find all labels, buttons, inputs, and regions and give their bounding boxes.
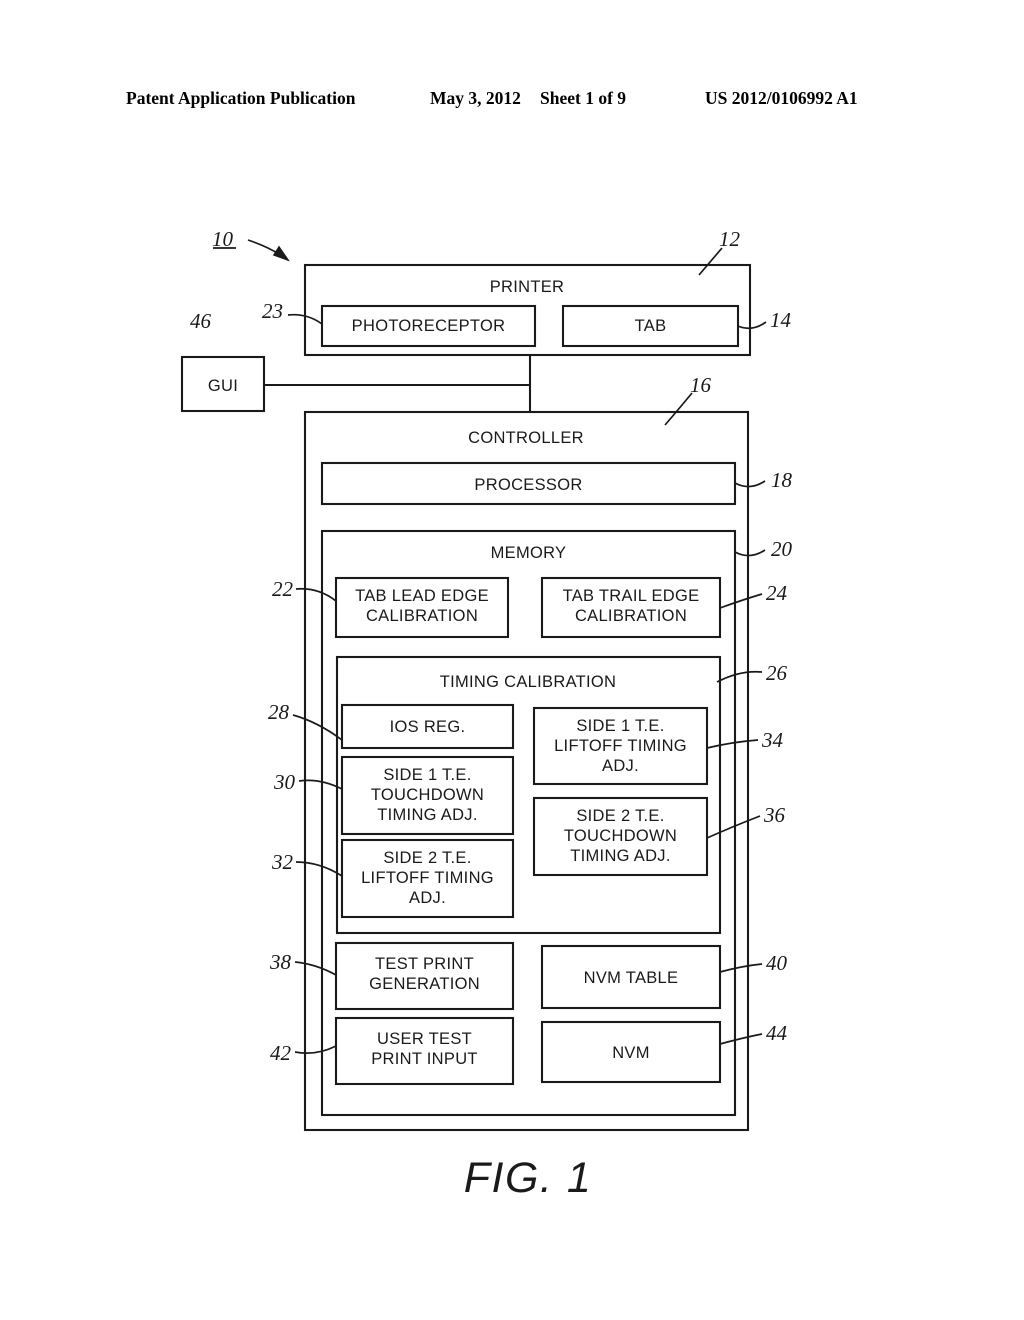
system-ref-arrowhead [272,245,290,262]
ref-36: 36 [763,803,786,827]
timing-calibration-label: TIMING CALIBRATION [440,673,617,691]
side1-te-touchdown-label-line1: SIDE 1 T.E. [383,766,471,784]
side2-te-touchdown-label-line3: TIMING ADJ. [570,847,670,865]
processor-label: PROCESSOR [474,476,582,494]
side2-te-liftoff-label-line3: ADJ. [409,889,446,907]
nvm-leader [719,1033,763,1045]
test-print-generation-label-line1: TEST PRINT [375,955,474,973]
gui-label: GUI [208,377,238,395]
test-print-generation-leader [294,961,337,976]
side1-te-touchdown-label-line3: TIMING ADJ. [377,806,477,824]
test-print-generation-label-line2: GENERATION [369,975,480,993]
ref-22: 22 [272,577,294,601]
controller-label: CONTROLLER [468,429,584,447]
ref-20: 20 [771,537,793,561]
side2-te-liftoff-leader [295,861,343,877]
memory-leader [734,549,766,557]
nvm-table-leader [719,963,763,973]
controller-leader [664,392,693,426]
user-test-print-input-label-line1: USER TEST [377,1030,472,1048]
side1-te-liftoff-leader [706,739,759,749]
tab-trail-edge-calibration-label-line1: TAB TRAIL EDGE [563,587,700,605]
ref-26: 26 [766,661,788,685]
ref-23: 23 [262,299,283,323]
tab-trail-edge-calibration-label-line2: CALIBRATION [575,607,687,625]
photoreceptor-label: PHOTORECEPTOR [352,317,506,335]
ref-32: 32 [271,850,294,874]
ref-28: 28 [268,700,290,724]
figure-1-diagram: PRINTER PHOTORECEPTOR TAB GUI CONTROLLER… [180,227,793,1202]
printer-label: PRINTER [490,278,565,296]
ref-12: 12 [719,227,741,251]
nvm-table-label: NVM TABLE [584,969,679,987]
processor-leader [734,480,766,488]
nvm-label: NVM [612,1044,650,1062]
tab-lead-edge-calibration-label-line1: TAB LEAD EDGE [355,587,489,605]
side1-te-liftoff-label-line1: SIDE 1 T.E. [576,717,664,735]
ref-18: 18 [771,468,793,492]
ref-40: 40 [766,951,788,975]
ref-46: 46 [190,309,212,333]
printer-leader [698,247,723,276]
tab-leader [737,321,767,330]
patent-figure-page: Patent Application Publication May 3, 20… [0,0,1024,1320]
ref-44: 44 [766,1021,788,1045]
ref-38: 38 [269,950,292,974]
user-test-print-input-leader [294,1045,337,1054]
side1-te-liftoff-label-line3: ADJ. [602,757,639,775]
ref-16: 16 [690,373,712,397]
ios-reg-leader [292,714,343,741]
tab-lead-edge-calibration-label-line2: CALIBRATION [366,607,478,625]
timing-calibration-leader [716,670,763,683]
ref-30: 30 [273,770,296,794]
side1-te-liftoff-label-line2: LIFTOFF TIMING [554,737,687,755]
side2-te-touchdown-leader [706,815,761,839]
ref-10: 10 [212,227,234,251]
side1-te-touchdown-label-line2: TOUCHDOWN [371,786,484,804]
tab-label: TAB [635,317,667,335]
ref-42: 42 [270,1041,292,1065]
figure-caption: FIG. 1 [464,1154,592,1202]
side2-te-touchdown-label-line2: TOUCHDOWN [564,827,677,845]
user-test-print-input-label-line2: PRINT INPUT [371,1050,478,1068]
tab-trail-edge-calibration-leader [719,593,763,609]
side2-te-liftoff-label-line1: SIDE 2 T.E. [383,849,471,867]
memory-label: MEMORY [491,544,567,562]
side2-te-liftoff-label-line2: LIFTOFF TIMING [361,869,494,887]
side2-te-touchdown-label-line1: SIDE 2 T.E. [576,807,664,825]
ref-34: 34 [761,728,784,752]
ref-14: 14 [770,308,792,332]
ref-24: 24 [766,581,788,605]
ios-reg-label: IOS REG. [390,718,466,736]
tab-lead-edge-calibration-leader [295,587,337,602]
